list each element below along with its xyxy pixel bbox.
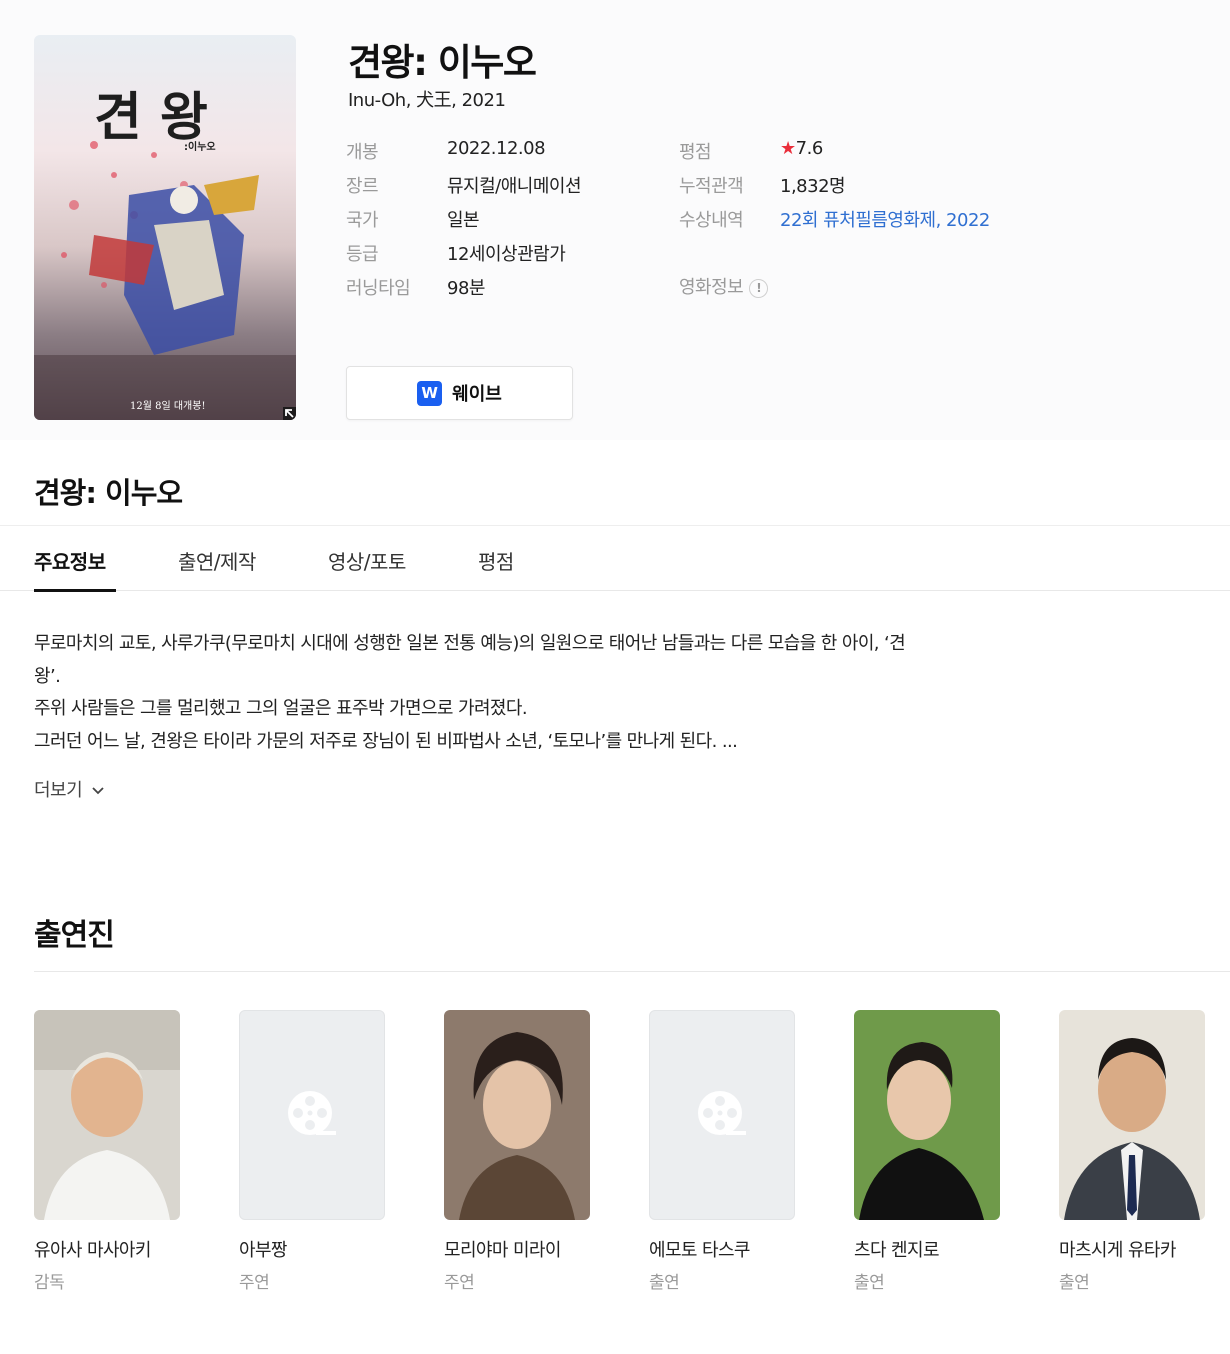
tab-bar: 주요정보 출연/제작 영상/포토 평점	[0, 525, 1230, 592]
wavve-label: 웨이브	[452, 384, 502, 405]
info-label: 등급	[346, 244, 379, 265]
info-rating: 평점	[679, 138, 712, 164]
info-circle-icon[interactable]: !	[749, 278, 769, 298]
synopsis-line: 왕’.	[34, 665, 61, 687]
person-photo-placeholder[interactable]	[649, 1010, 795, 1220]
cast-card[interactable]: 유아사 마사아키 감독	[34, 1010, 180, 1293]
chevron-down-icon	[92, 787, 105, 795]
person-role: 출연	[854, 1273, 885, 1293]
person-role: 출연	[649, 1273, 680, 1293]
tab-main-info[interactable]: 주요정보	[34, 546, 106, 575]
person-photo-placeholder[interactable]	[239, 1010, 385, 1220]
info-audience: 누적관객	[679, 172, 744, 198]
person-role: 출연	[1059, 1273, 1090, 1293]
poster-title: 견 왕	[94, 87, 208, 148]
movie-info-button[interactable]: 영화정보!	[679, 273, 769, 299]
wavve-stream-button[interactable]: W 웨이브	[346, 366, 573, 420]
expand-icon	[285, 409, 294, 418]
info-label: 장르	[346, 176, 379, 197]
synopsis: 무로마치의 교토, 사루가쿠(무로마치 시대에 성행한 일본 전통 예능)의 일…	[34, 628, 1024, 758]
cast-card[interactable]: 츠다 켄지로 출연	[854, 1010, 1000, 1293]
cast-divider	[34, 971, 1230, 972]
person-name[interactable]: 모리야마 미라이	[444, 1236, 590, 1262]
info-value: 98분	[447, 278, 485, 299]
person-portrait	[1059, 1010, 1205, 1220]
film-reel-icon	[288, 1091, 336, 1135]
movie-info-label: 영화정보	[679, 277, 744, 298]
person-photo[interactable]	[444, 1010, 590, 1220]
person-name[interactable]: 유아사 마사아키	[34, 1236, 180, 1262]
info-grade: 등급	[346, 240, 379, 266]
section-title: 견왕: 이누오	[34, 476, 183, 510]
rating-label: 평점	[679, 142, 712, 163]
person-portrait	[444, 1010, 590, 1220]
person-portrait	[854, 1010, 1000, 1220]
awards-link[interactable]: 22회 퓨처필름영화제, 2022	[780, 210, 990, 231]
person-role: 주연	[239, 1273, 270, 1293]
awards-link-wrap[interactable]: 22회 퓨처필름영화제, 2022	[780, 206, 990, 232]
active-tab-indicator	[34, 589, 116, 592]
cast-card[interactable]: 에모토 타스쿠 출연	[649, 1010, 795, 1293]
movie-poster[interactable]: 견 왕 :이누오 12월 8일 대개봉!	[34, 35, 296, 420]
person-photo[interactable]	[1059, 1010, 1205, 1220]
expand-poster-button[interactable]	[283, 407, 296, 420]
cast-card[interactable]: 마츠시게 유타카 출연	[1059, 1010, 1205, 1293]
person-name[interactable]: 마츠시게 유타카	[1059, 1236, 1205, 1262]
awards-label: 수상내역	[679, 210, 744, 231]
poster-artwork: 견 왕 :이누오 12월 8일 대개봉!	[34, 87, 296, 420]
person-role: 감독	[34, 1273, 65, 1293]
more-button[interactable]: 더보기	[34, 776, 105, 802]
tab-video-photo[interactable]: 영상/포토	[328, 546, 406, 575]
person-photo[interactable]	[34, 1010, 180, 1220]
movie-hero: 견 왕 :이누오 12월 8일 대개봉! 견왕: 이누오 Inu-Oh, 犬王,…	[0, 0, 1230, 440]
cast-card[interactable]: 아부짱 주연	[239, 1010, 385, 1293]
info-value: 일본	[447, 210, 480, 231]
info-awards: 수상내역	[679, 206, 744, 232]
person-portrait	[34, 1010, 180, 1220]
movie-title: 견왕: 이누오	[348, 41, 537, 84]
info-genre-value-wrap: 뮤지컬/애니메이션	[447, 172, 582, 198]
person-photo[interactable]	[854, 1010, 1000, 1220]
tab-rating[interactable]: 평점	[478, 546, 514, 575]
star-icon: ★	[780, 138, 796, 159]
person-role: 주연	[444, 1273, 475, 1293]
poster-release-text: 12월 8일 대개봉!	[130, 400, 205, 412]
info-label: 러닝타임	[346, 278, 411, 299]
info-release: 개봉	[346, 138, 379, 164]
cast-card[interactable]: 모리야마 미라이 주연	[444, 1010, 590, 1293]
synopsis-line: 무로마치의 교토, 사루가쿠(무로마치 시대에 성행한 일본 전통 예능)의 일…	[34, 633, 906, 654]
info-country: 국가	[346, 206, 379, 232]
info-label: 개봉	[346, 142, 379, 163]
rating-value-wrap[interactable]: ★7.6	[780, 138, 823, 159]
movie-subtitle: Inu-Oh, 犬王, 2021	[348, 90, 506, 111]
audience-value-wrap: 1,832명	[780, 172, 846, 198]
person-name[interactable]: 아부짱	[239, 1236, 385, 1262]
info-value: 뮤지컬/애니메이션	[447, 176, 582, 197]
info-country-value-wrap: 일본	[447, 206, 480, 232]
person-name[interactable]: 에모토 타스쿠	[649, 1236, 795, 1262]
cast-title: 출연진	[34, 918, 115, 953]
info-value: 12세이상관람가	[447, 244, 566, 265]
more-label: 더보기	[34, 780, 83, 801]
info-runtime: 러닝타임	[346, 274, 411, 300]
info-grade-value-wrap: 12세이상관람가	[447, 240, 566, 266]
film-reel-icon	[698, 1091, 746, 1135]
info-release-value-wrap: 2022.12.08	[447, 138, 546, 159]
tab-cast-crew[interactable]: 출연/제작	[178, 546, 256, 575]
wavve-logo-icon: W	[417, 380, 443, 406]
info-value: 2022.12.08	[447, 138, 546, 159]
info-runtime-value-wrap: 98분	[447, 274, 485, 300]
info-label: 국가	[346, 210, 379, 231]
rating-value: 7.6	[795, 138, 824, 159]
synopsis-line: 그러던 어느 날, 견왕은 타이라 가문의 저주로 장님이 된 비파법사 소년,…	[34, 730, 738, 752]
person-name[interactable]: 츠다 켄지로	[854, 1236, 1000, 1262]
poster-subtitle: :이누오	[184, 140, 216, 153]
audience-label: 누적관객	[679, 176, 744, 197]
synopsis-line: 주위 사람들은 그를 멀리했고 그의 얼굴은 표주박 가면으로 가려졌다.	[34, 698, 528, 719]
audience-value: 1,832명	[780, 176, 846, 197]
info-genre: 장르	[346, 172, 379, 198]
